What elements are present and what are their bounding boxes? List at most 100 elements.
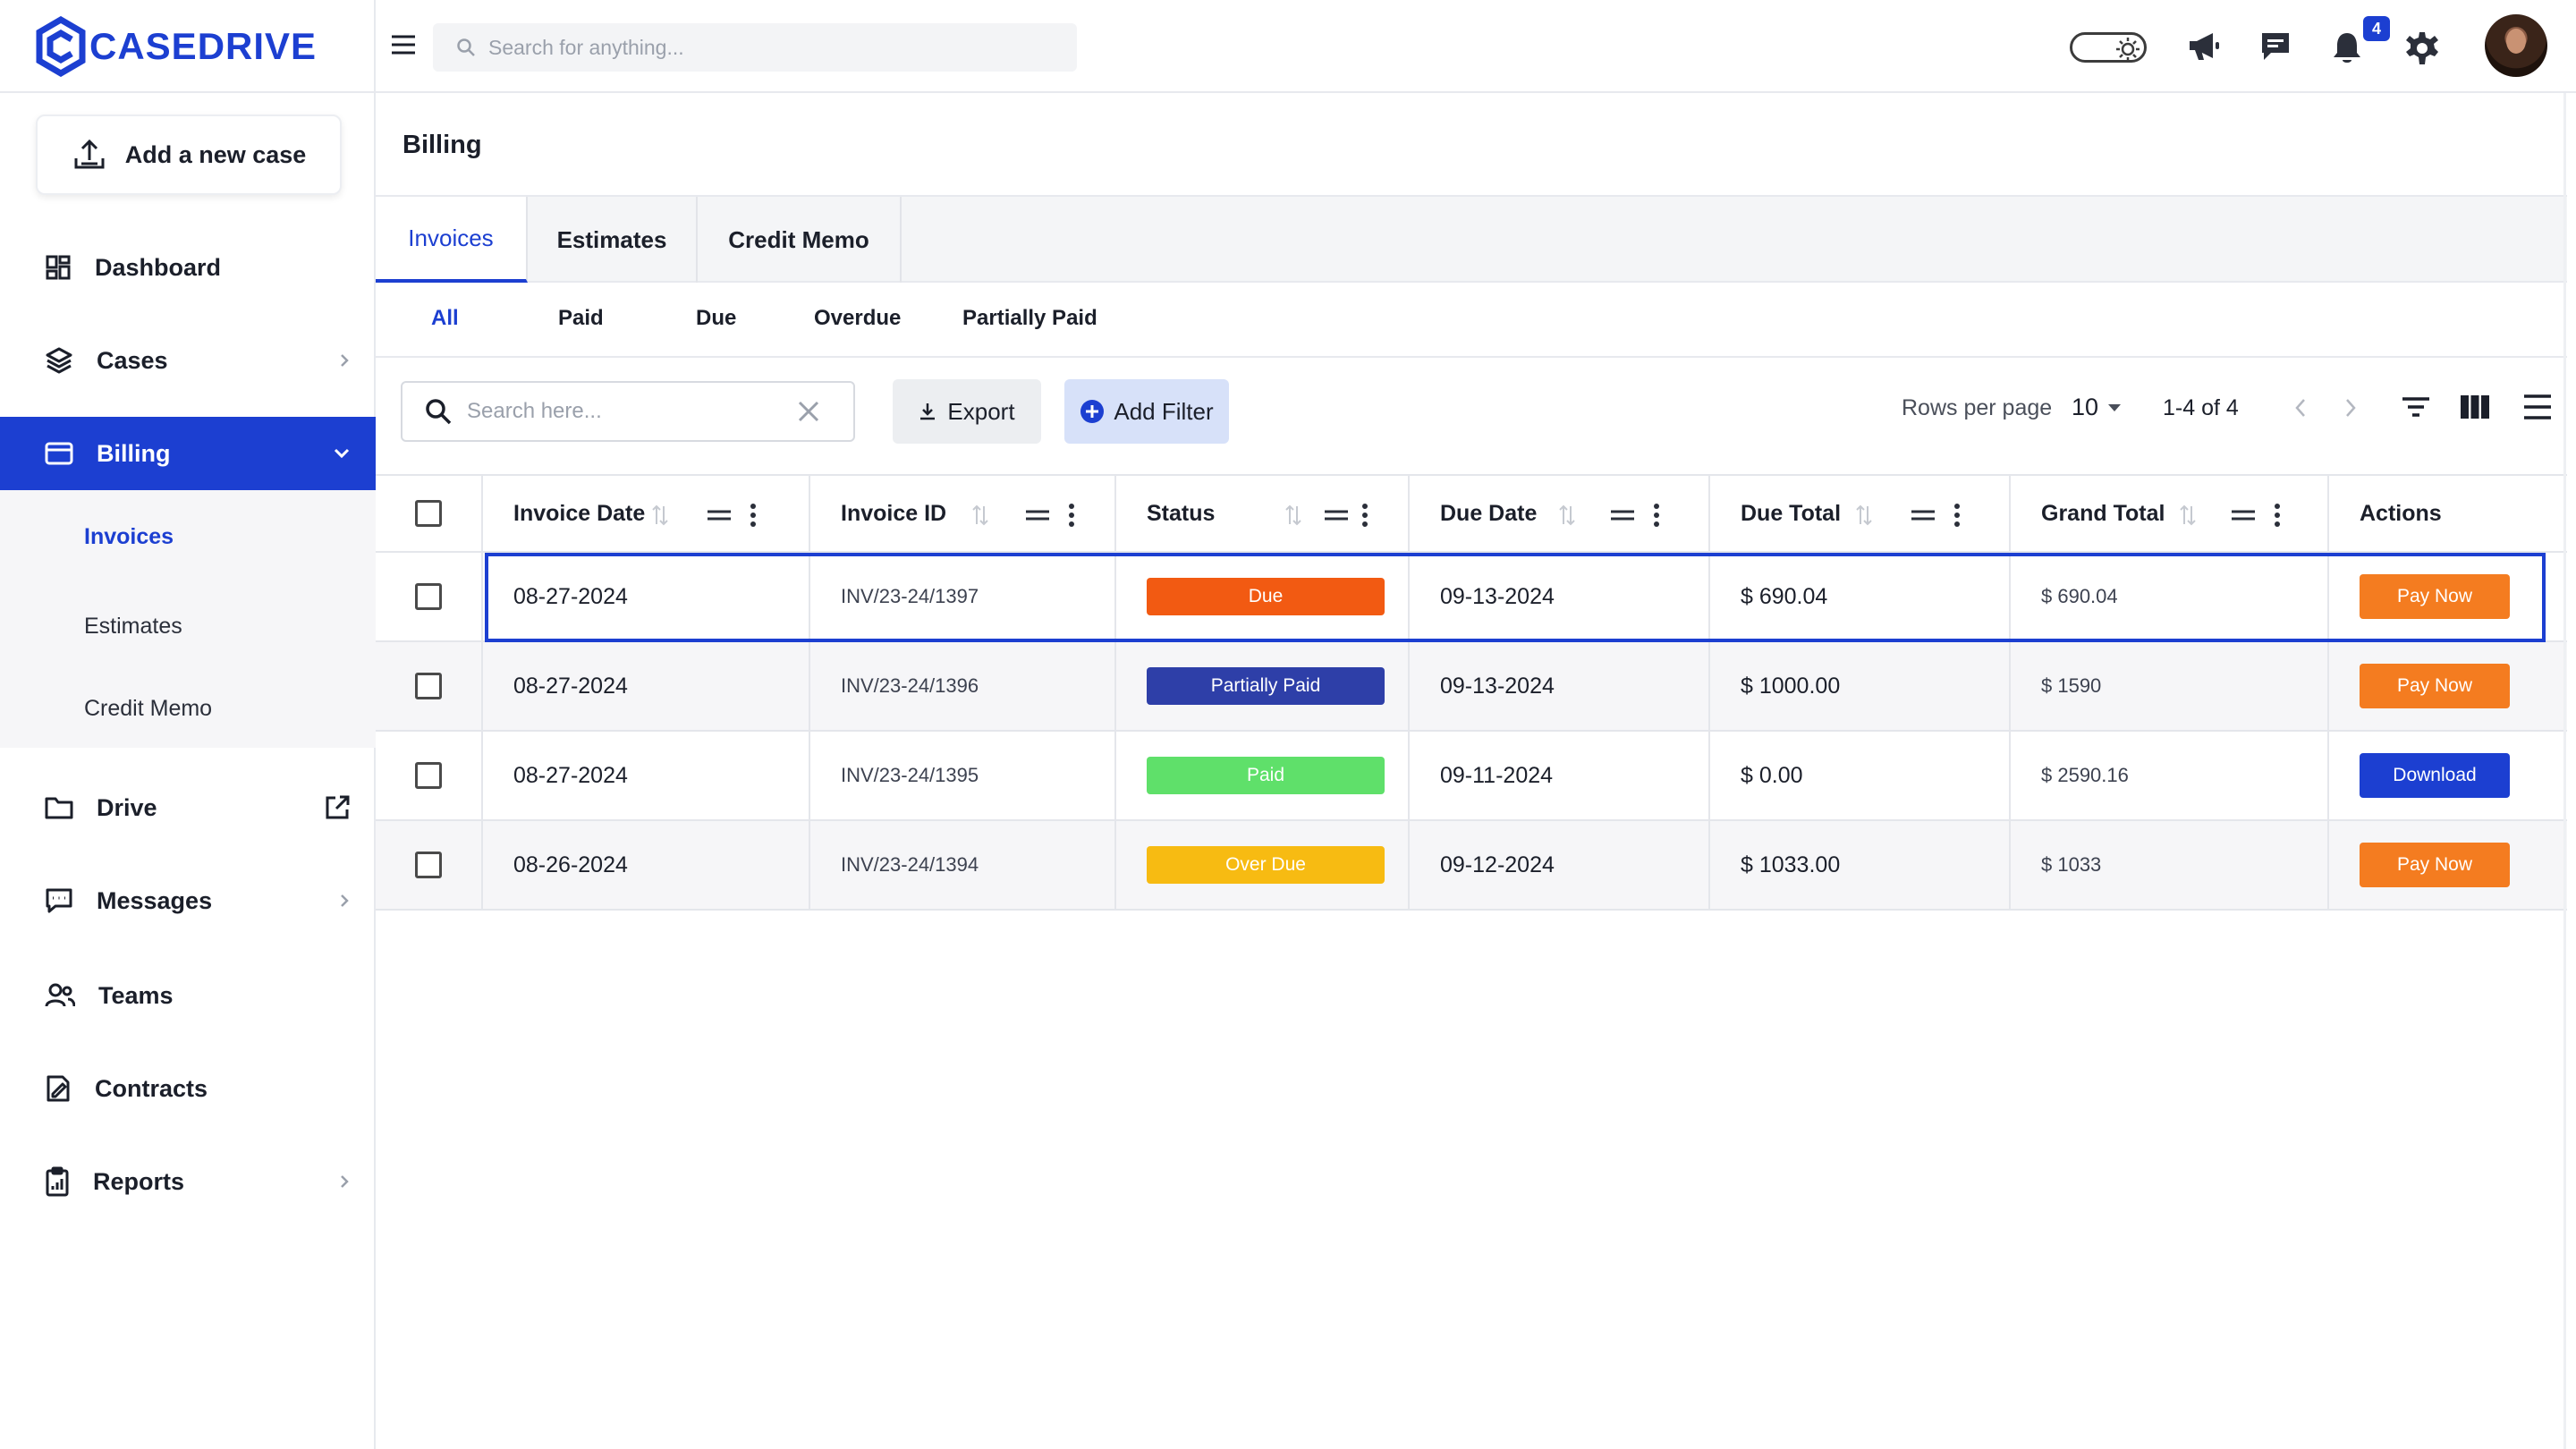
external-link-icon[interactable] [324,794,351,821]
more-vertical-icon[interactable] [1953,504,1961,527]
rows-per-page-select[interactable]: 10 [2072,394,2122,421]
theme-toggle[interactable] [2070,32,2147,63]
grand-total-cell: $ 690.04 [2011,553,2329,640]
download-button[interactable]: Download [2360,753,2510,798]
sidebar-item-reports[interactable]: Reports [0,1145,376,1218]
drag-handle-icon[interactable] [2231,509,2256,521]
submenu-item-credit-memo[interactable]: Credit Memo [84,696,212,722]
table-row[interactable]: 08-27-2024 INV/23-24/1395 Paid 09-11-2024 $ … [376,732,2567,821]
subtab-overdue[interactable]: Overdue [814,306,901,331]
sort-icon[interactable] [651,504,669,527]
due-total: $ 690.04 [1741,583,1828,609]
plus-circle-icon [1080,400,1105,423]
actions-cell: Download [2329,732,2567,819]
gear-icon[interactable] [2404,30,2440,66]
table-toolbar: Search here... Export Add Filter Rows pe… [376,358,2576,474]
sort-icon[interactable] [971,504,989,527]
sort-icon[interactable] [2179,504,2197,527]
table-search-placeholder: Search here... [467,399,602,423]
add-filter-button[interactable]: Add Filter [1064,379,1229,444]
table-row[interactable]: 08-27-2024 INV/23-24/1397 Due 09-13-2024 $ 6… [376,553,2567,642]
brand-logo[interactable]: CASEDRIVE [36,16,317,77]
column-grand-total[interactable]: Grand Total [2011,476,2329,551]
column-invoice-date[interactable]: Invoice Date [483,476,810,551]
drag-handle-icon[interactable] [1025,509,1050,521]
more-vertical-icon[interactable] [750,504,757,527]
contract-icon [47,1075,70,1102]
table-row[interactable]: 08-26-2024 INV/23-24/1394 Over Due 09-12-20… [376,821,2567,911]
user-avatar[interactable] [2485,14,2547,77]
row-select-cell [376,642,483,730]
column-header-label: Actions [2360,500,2442,526]
add-new-case-button[interactable]: Add a new case [36,114,342,195]
invoice-id-cell: INV/23-24/1396 [810,642,1116,730]
sort-icon[interactable] [1855,504,1873,527]
tab-credit-memo[interactable]: Credit Memo [698,197,902,283]
subtab-all[interactable]: All [431,306,459,331]
subtab-partially-paid[interactable]: Partially Paid [962,306,1097,331]
more-vertical-icon[interactable] [2274,504,2281,527]
chevron-left-icon[interactable] [2293,397,2308,419]
bell-icon[interactable] [2331,30,2363,64]
chevron-right-icon[interactable] [2343,397,2358,419]
row-checkbox[interactable] [415,852,442,878]
chevron-right-icon [341,1175,349,1188]
menu-icon[interactable] [390,32,417,57]
close-icon[interactable] [796,399,821,424]
due-total-cell: $ 1000.00 [1710,642,2011,730]
scrollbar-track[interactable] [2563,93,2566,1449]
submenu-item-invoices[interactable]: Invoices [84,524,174,550]
drag-handle-icon[interactable] [1911,509,1936,521]
global-search-input[interactable]: Search for anything... [433,23,1077,72]
more-vertical-icon[interactable] [1653,504,1660,527]
sort-icon[interactable] [1558,504,1576,527]
invoice-id: INV/23-24/1397 [841,585,979,607]
due-total: $ 1033.00 [1741,852,1841,877]
sidebar-item-dashboard[interactable]: Dashboard [0,231,376,304]
subtab-due[interactable]: Due [696,306,736,331]
columns-icon[interactable] [2460,394,2490,420]
teams-icon [45,983,75,1007]
megaphone-icon[interactable] [2186,30,2222,63]
drag-handle-icon[interactable] [707,509,732,521]
drag-handle-icon[interactable] [1610,509,1635,521]
sidebar-item-messages[interactable]: Messages [0,864,376,937]
subtab-paid[interactable]: Paid [558,306,604,331]
sidebar-item-billing[interactable]: Billing [0,417,376,490]
more-vertical-icon[interactable] [1068,504,1075,527]
column-header-label: Grand Total [2041,500,2165,526]
pay-now-button[interactable]: Pay Now [2360,843,2510,887]
submenu-item-estimates[interactable]: Estimates [84,614,182,640]
dashboard-icon [46,255,71,280]
clipboard-icon [46,1166,69,1197]
table-search-input[interactable]: Search here... [401,381,855,442]
sidebar-item-label: Contracts [95,1074,208,1102]
due-date-cell: 09-11-2024 [1410,732,1710,819]
chat-icon[interactable] [2259,30,2292,63]
row-checkbox[interactable] [415,583,442,610]
sort-icon[interactable] [1284,504,1302,527]
drag-handle-icon[interactable] [1324,509,1349,521]
actions-cell: Pay Now [2329,642,2567,730]
invoice-id-cell: INV/23-24/1397 [810,553,1116,640]
invoice-id: INV/23-24/1394 [841,853,979,876]
sidebar-item-teams[interactable]: Teams [0,959,376,1032]
table-row[interactable]: 08-27-2024 INV/23-24/1396 Partially Paid 09… [376,642,2567,732]
more-vertical-icon[interactable] [1361,504,1368,527]
sidebar-item-contracts[interactable]: Contracts [0,1052,376,1125]
pay-now-button[interactable]: Pay Now [2360,664,2510,708]
pagination-range: 1-4 of 4 [2163,395,2239,420]
chevron-right-icon [341,354,349,367]
pay-now-button[interactable]: Pay Now [2360,574,2510,619]
sidebar-item-drive[interactable]: Drive [0,771,376,844]
select-all-checkbox[interactable] [415,500,442,527]
tab-invoices[interactable]: Invoices [376,197,528,283]
filter-lines-icon[interactable] [2401,395,2431,419]
tab-estimates[interactable]: Estimates [528,197,698,283]
row-checkbox[interactable] [415,673,442,699]
actions-cell: Pay Now [2329,553,2567,640]
row-checkbox[interactable] [415,762,442,789]
sidebar-item-cases[interactable]: Cases [0,324,376,397]
density-icon[interactable] [2522,394,2553,420]
export-button[interactable]: Export [893,379,1041,444]
